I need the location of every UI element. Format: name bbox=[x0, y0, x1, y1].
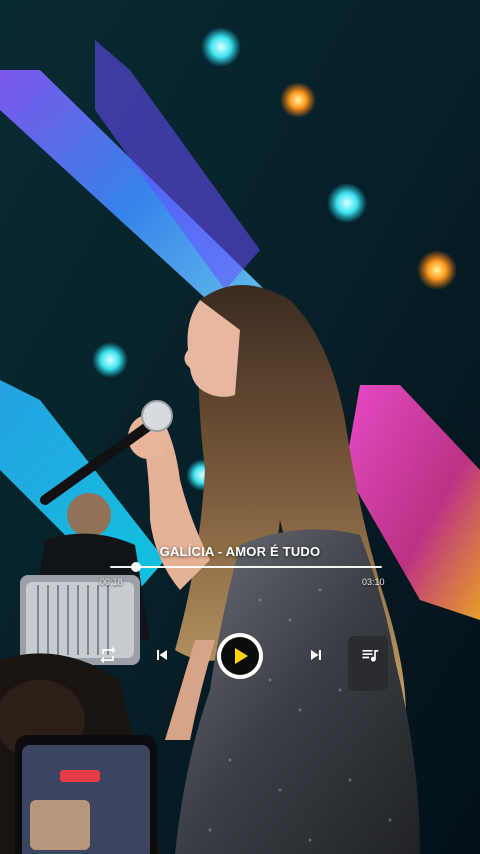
video-player-screen: GALÍCIA - AMOR É TUDO 00:18 03:10 bbox=[0, 0, 480, 854]
skip-previous-icon bbox=[157, 650, 167, 660]
repeat-button[interactable] bbox=[96, 643, 120, 667]
progress-track[interactable] bbox=[110, 566, 382, 568]
current-time: 00:18 bbox=[100, 577, 123, 587]
skip-next-icon bbox=[311, 650, 321, 660]
play-button-inner bbox=[221, 637, 259, 675]
repeat-icon bbox=[100, 646, 116, 664]
next-button[interactable] bbox=[304, 643, 328, 667]
play-icon bbox=[235, 648, 248, 664]
total-time: 03:10 bbox=[362, 577, 385, 587]
concert-background-image bbox=[0, 0, 480, 854]
previous-button[interactable] bbox=[150, 643, 174, 667]
track-title: GALÍCIA - AMOR É TUDO bbox=[159, 544, 321, 559]
playlist-icon bbox=[362, 650, 379, 662]
play-button[interactable] bbox=[217, 633, 263, 679]
queue-button[interactable] bbox=[358, 643, 382, 667]
progress-knob[interactable] bbox=[130, 562, 141, 572]
